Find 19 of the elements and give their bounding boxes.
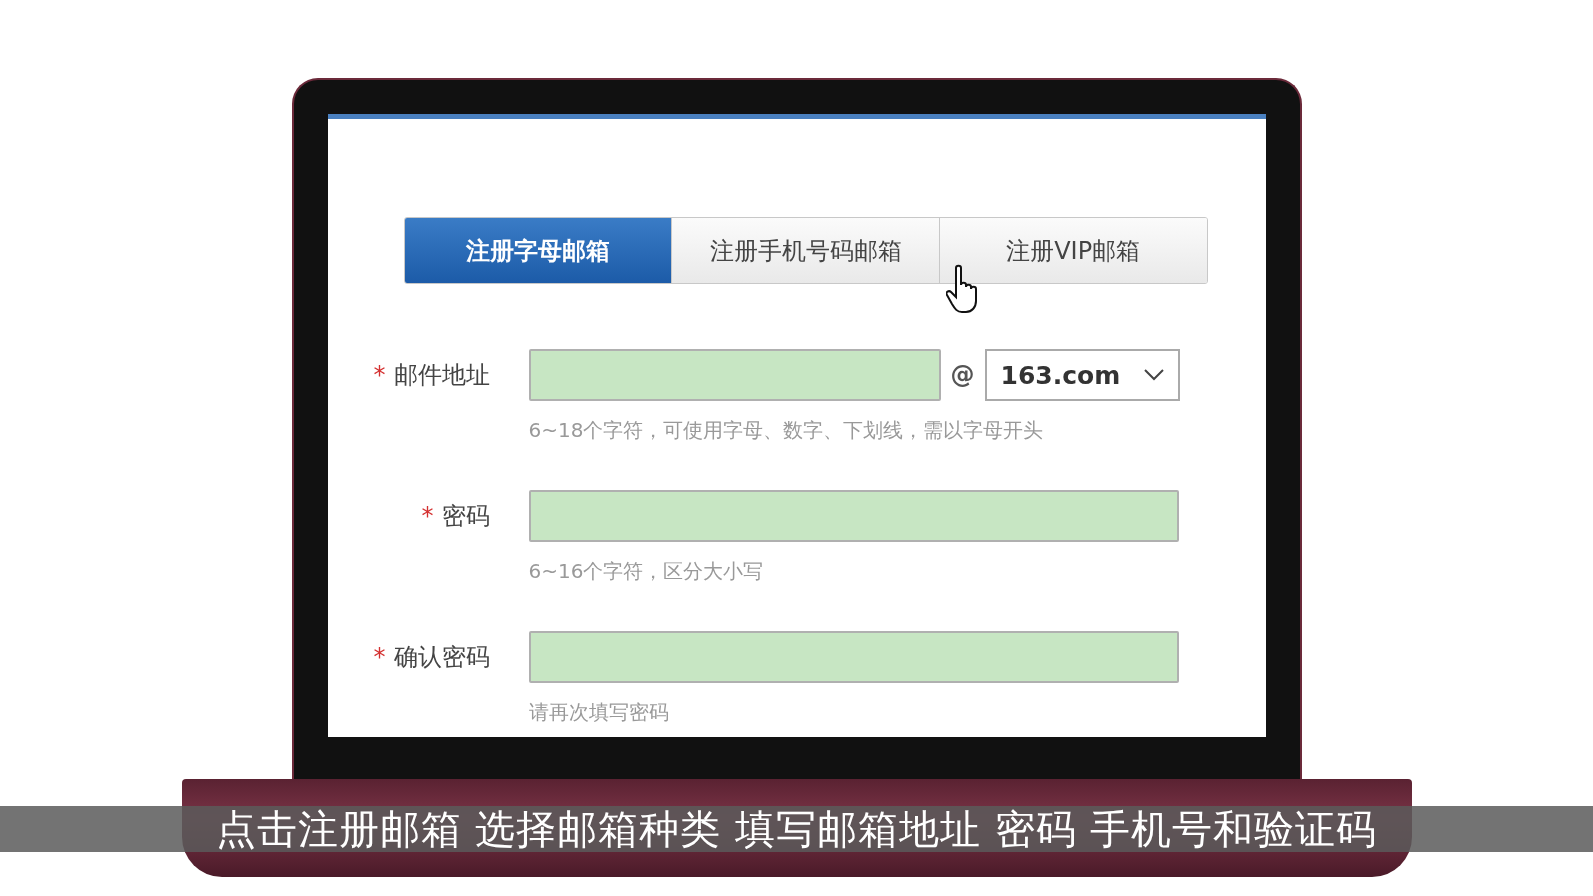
tab[interactable]: 注册VIP邮箱 xyxy=(938,218,1207,283)
tab[interactable]: 注册手机号码邮箱 xyxy=(671,218,939,283)
input-field[interactable] xyxy=(528,490,1179,542)
input-field[interactable] xyxy=(528,349,941,401)
field-label: 确认密码 xyxy=(393,642,490,673)
field-hint: 6~18个字符，可使用字母、数字、下划线，需以字母开头 xyxy=(528,417,1045,444)
required-mark: * xyxy=(421,502,434,530)
input-field[interactable] xyxy=(528,631,1179,683)
field-label: 邮件地址 xyxy=(393,360,490,391)
required-mark: * xyxy=(373,643,386,671)
at-sign: @ xyxy=(950,361,975,389)
chevron-down-icon xyxy=(1143,369,1164,381)
subtitle: 点击注册邮箱 选择邮箱种类 填写邮箱地址 密码 手机号和验证码 xyxy=(0,806,1593,852)
required-mark: * xyxy=(373,361,386,389)
domain-select[interactable]: 163.com xyxy=(984,349,1180,401)
field-label: 密码 xyxy=(441,501,490,532)
field-hint: 请再次填写密码 xyxy=(528,699,670,726)
field-hint: 6~16个字符，区分大小写 xyxy=(528,558,765,585)
tab[interactable]: 注册字母邮箱 xyxy=(404,218,672,283)
